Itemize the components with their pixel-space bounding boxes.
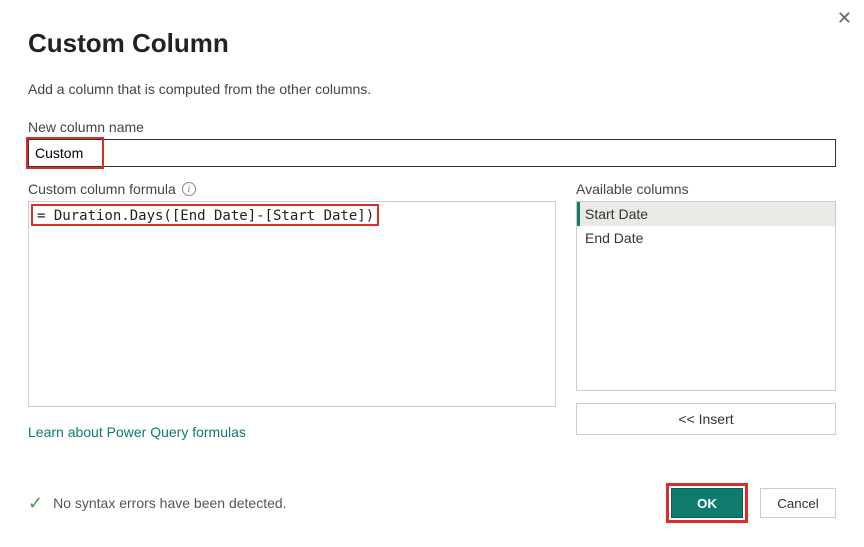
- status-text: No syntax errors have been detected.: [53, 495, 286, 511]
- new-column-name-input[interactable]: [28, 139, 836, 167]
- formula-label-text: Custom column formula: [28, 181, 176, 197]
- dialog-subtitle: Add a column that is computed from the o…: [28, 81, 836, 97]
- cancel-button[interactable]: Cancel: [760, 488, 836, 518]
- info-icon[interactable]: i: [182, 182, 196, 196]
- formula-label: Custom column formula i: [28, 181, 556, 197]
- check-icon: ✓: [28, 493, 43, 514]
- status-bar: ✓ No syntax errors have been detected.: [28, 493, 287, 514]
- learn-link[interactable]: Learn about Power Query formulas: [28, 424, 246, 440]
- formula-input[interactable]: [28, 201, 556, 407]
- available-column-item[interactable]: Start Date: [577, 202, 835, 226]
- name-label-text: New column name: [28, 119, 144, 135]
- available-column-item[interactable]: End Date: [577, 226, 835, 250]
- insert-button[interactable]: << Insert: [576, 403, 836, 435]
- close-icon[interactable]: ✕: [837, 8, 852, 29]
- ok-button[interactable]: OK: [671, 488, 743, 518]
- new-column-name-label: New column name: [28, 119, 836, 135]
- available-columns-label: Available columns: [576, 181, 836, 197]
- available-columns-list[interactable]: Start DateEnd Date: [576, 201, 836, 391]
- highlight-annotation: OK: [666, 483, 748, 523]
- dialog-title: Custom Column: [28, 28, 836, 59]
